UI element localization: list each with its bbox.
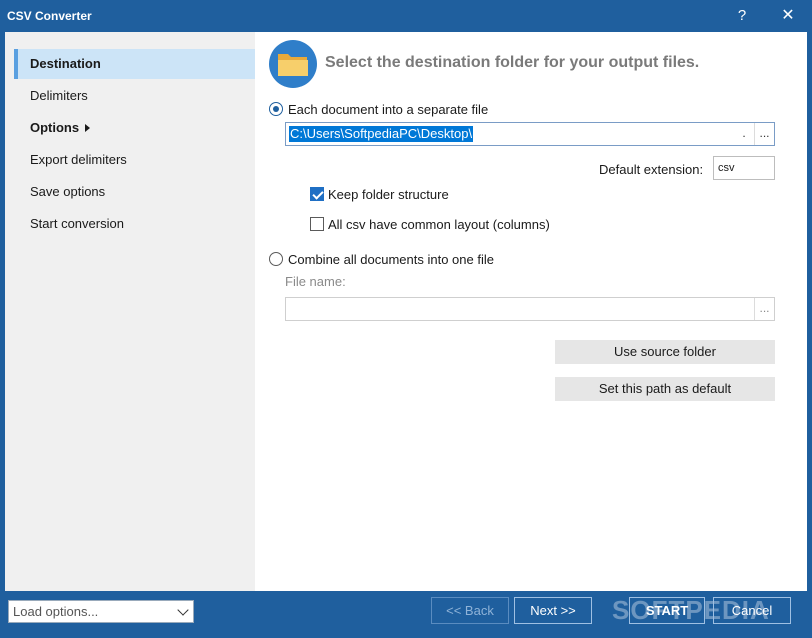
browse-button[interactable]: ... — [754, 123, 774, 145]
title-bar: CSV Converter ? ✕ — [0, 0, 812, 32]
next-button[interactable]: Next >> — [514, 597, 592, 624]
sidebar-item-delimiters[interactable]: Delimiters — [14, 81, 255, 111]
chevron-down-icon — [177, 604, 189, 616]
sidebar-item-label: Save options — [30, 184, 106, 199]
sidebar-item-label: Options — [30, 120, 80, 135]
close-button[interactable]: ✕ — [773, 5, 803, 27]
destination-panel: Select the destination folder for your o… — [255, 32, 807, 591]
app-window: CSV Converter ? ✕ Destination Delimiters… — [0, 0, 812, 638]
dot-button[interactable]: . — [734, 123, 754, 145]
keep-folder-structure-checkbox[interactable] — [310, 187, 324, 201]
sidebar-item-start-conversion[interactable]: Start conversion — [14, 209, 255, 239]
sidebar-item-export-delimiters[interactable]: Export delimiters — [14, 145, 255, 175]
default-extension-label: Default extension: — [599, 162, 704, 177]
expand-arrow-icon — [85, 124, 91, 132]
set-default-path-button[interactable]: Set this path as default — [555, 377, 775, 401]
combine-label: Combine all documents into one file — [288, 252, 494, 267]
sidebar-item-options[interactable]: Options — [14, 113, 255, 143]
sidebar-item-destination[interactable]: Destination — [14, 49, 255, 79]
sidebar-item-label: Start conversion — [30, 216, 124, 231]
destination-path-input[interactable]: C:\Users\SoftpediaPC\Desktop\ . ... — [285, 122, 775, 146]
client-area: Destination Delimiters Options Export de… — [5, 32, 807, 591]
path-value: C:\Users\SoftpediaPC\Desktop\ — [289, 126, 474, 142]
load-options-select[interactable]: Load options... — [8, 600, 194, 623]
sidebar-item-label: Delimiters — [30, 88, 88, 103]
combine-radio[interactable] — [269, 252, 283, 266]
separate-file-radio[interactable] — [269, 102, 283, 116]
sidebar: Destination Delimiters Options Export de… — [5, 32, 255, 591]
load-options-value: Load options... — [13, 604, 99, 619]
common-layout-label: All csv have common layout (columns) — [328, 217, 550, 232]
start-button[interactable]: START — [629, 597, 705, 624]
sidebar-item-label: Export delimiters — [30, 152, 127, 167]
default-extension-input[interactable]: csv — [713, 156, 775, 180]
separate-file-label: Each document into a separate file — [288, 102, 489, 117]
page-title: Select the destination folder for your o… — [325, 54, 700, 71]
folder-icon — [269, 40, 317, 88]
help-button[interactable]: ? — [727, 5, 757, 27]
file-name-label: File name: — [285, 274, 346, 289]
sidebar-item-label: Destination — [30, 56, 101, 71]
back-button[interactable]: << Back — [431, 597, 509, 624]
footer-bar: Load options... SOFTPEDIA << Back Next >… — [0, 591, 812, 638]
cancel-button[interactable]: Cancel — [713, 597, 791, 624]
file-browse-button[interactable]: ... — [754, 298, 774, 320]
window-title: CSV Converter — [7, 9, 92, 23]
common-layout-checkbox[interactable] — [310, 217, 324, 231]
sidebar-item-save-options[interactable]: Save options — [14, 177, 255, 207]
use-source-folder-button[interactable]: Use source folder — [555, 340, 775, 364]
keep-folder-structure-label: Keep folder structure — [328, 187, 449, 202]
file-name-input[interactable]: ... — [285, 297, 775, 321]
